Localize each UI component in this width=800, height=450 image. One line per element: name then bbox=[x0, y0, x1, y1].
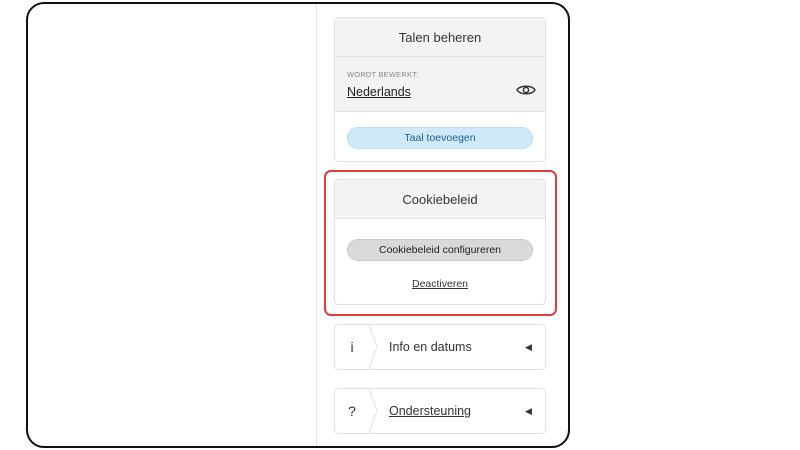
caret-left-icon: ◀ bbox=[525, 341, 532, 352]
manage-languages-title: Talen beheren bbox=[335, 18, 545, 57]
add-language-button[interactable]: Taal toevoegen bbox=[347, 127, 533, 149]
editing-language-row: WORDT BEWERKT: Nederlands bbox=[335, 57, 545, 112]
caret-left-icon: ◀ bbox=[525, 405, 532, 416]
editing-language-link[interactable]: Nederlands bbox=[347, 85, 411, 99]
accordion-support[interactable]: ? Ondersteuning ◀ bbox=[334, 388, 546, 434]
eye-icon[interactable] bbox=[516, 83, 536, 97]
info-icon: i bbox=[350, 339, 354, 355]
editing-label: WORDT BEWERKT: bbox=[347, 70, 419, 79]
chevron-separator bbox=[369, 389, 378, 433]
accordion-info-dates[interactable]: i Info en datums ◀ bbox=[334, 324, 546, 370]
help-icon: ? bbox=[348, 403, 356, 419]
accordion-label: Ondersteuning bbox=[389, 404, 472, 418]
accordion-label: Info en datums bbox=[389, 340, 472, 354]
chevron-separator bbox=[369, 325, 378, 369]
app-window: Talen beheren WORDT BEWERKT: Nederlands … bbox=[26, 2, 570, 448]
manage-languages-card: Talen beheren WORDT BEWERKT: Nederlands … bbox=[334, 17, 546, 162]
panel-divider bbox=[316, 4, 317, 446]
cookie-policy-highlight bbox=[324, 170, 557, 316]
